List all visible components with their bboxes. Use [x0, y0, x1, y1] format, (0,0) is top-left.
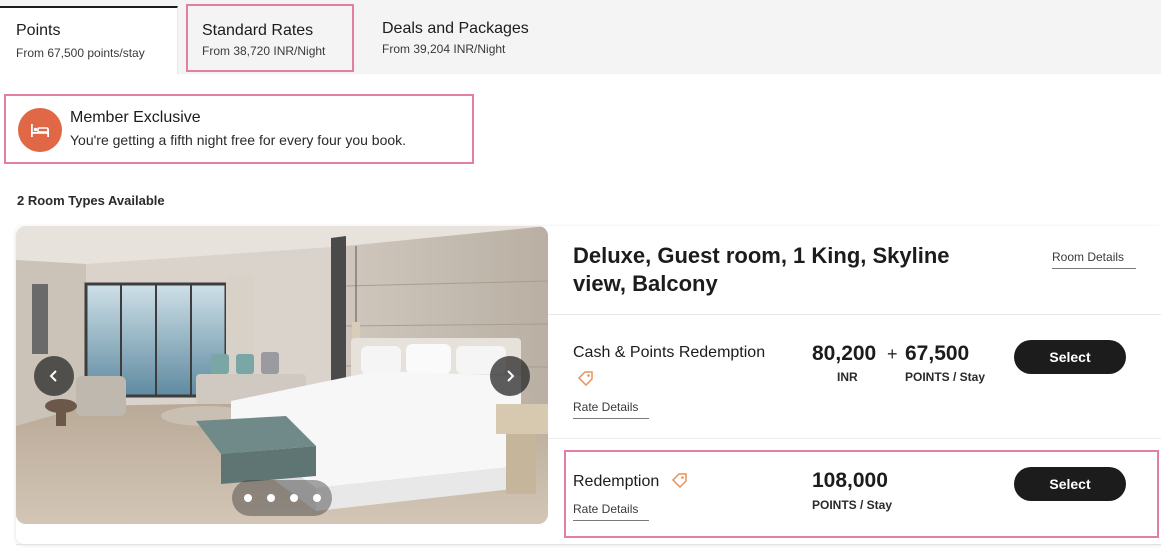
cash-amount: 80,200: [812, 342, 877, 365]
chevron-left-icon: [49, 370, 57, 382]
carousel-dot[interactable]: [266, 494, 275, 502]
tab-deals-packages[interactable]: Deals and Packages From 39,204 INR/Night: [366, 6, 566, 74]
tab-standard-sub: From 38,720 INR/Night: [202, 44, 326, 58]
rate-details-link[interactable]: Rate Details: [573, 400, 649, 419]
room-title: Deluxe, Guest room, 1 King, Skyline view…: [573, 243, 950, 296]
member-badge: [18, 108, 62, 152]
divider: [548, 438, 1161, 439]
carousel-dot[interactable]: [243, 494, 252, 502]
room-count: 2 Room Types Available: [17, 193, 165, 208]
tag-icon: [577, 371, 593, 386]
tab-points[interactable]: Points From 67,500 points/stay: [0, 6, 178, 74]
tab-standard-rates[interactable]: Standard Rates From 38,720 INR/Night: [186, 4, 354, 72]
rate-tabs: Points From 67,500 points/stay Standard …: [0, 0, 1161, 74]
member-exclusive-banner: Member Exclusive You're getting a fifth …: [4, 94, 474, 164]
tag-icon: [671, 473, 687, 488]
rate-name-cash-points: Cash & Points Redemption: [573, 344, 766, 361]
tab-standard-label: Standard Rates: [202, 22, 314, 39]
plus-sign: +: [887, 344, 898, 364]
divider: [548, 314, 1161, 315]
carousel-dot[interactable]: [312, 494, 321, 502]
room-photo: [16, 226, 548, 524]
tab-deals-sub: From 39,204 INR/Night: [382, 42, 506, 56]
points-unit: POINTS / Stay: [905, 370, 986, 384]
carousel-dots: [232, 480, 332, 516]
tab-deals-label: Deals and Packages: [382, 20, 529, 37]
chevron-right-icon: [507, 370, 515, 382]
bed-icon: [31, 124, 49, 137]
carousel-dot[interactable]: [289, 494, 298, 502]
tab-points-label: Points: [16, 22, 61, 39]
carousel-prev-button[interactable]: [34, 356, 74, 396]
points-amount: 67,500: [905, 342, 970, 365]
select-button-cash-points[interactable]: Select: [1014, 340, 1126, 374]
room-details-link[interactable]: Room Details: [1052, 250, 1136, 269]
rate-name-redemption: Redemption: [573, 473, 660, 490]
member-title: Member Exclusive: [70, 109, 201, 126]
carousel-next-button[interactable]: [490, 356, 530, 396]
redemption-points: 108,000: [812, 469, 888, 492]
divider: [16, 544, 1161, 545]
cash-unit: INR: [837, 370, 858, 384]
member-text: You're getting a fifth night free for ev…: [70, 132, 407, 148]
rate-details-link[interactable]: Rate Details: [573, 502, 649, 521]
select-button-redemption[interactable]: Select: [1014, 467, 1126, 501]
redemption-points-unit: POINTS / Stay: [812, 498, 893, 512]
tab-points-sub: From 67,500 points/stay: [16, 46, 145, 60]
